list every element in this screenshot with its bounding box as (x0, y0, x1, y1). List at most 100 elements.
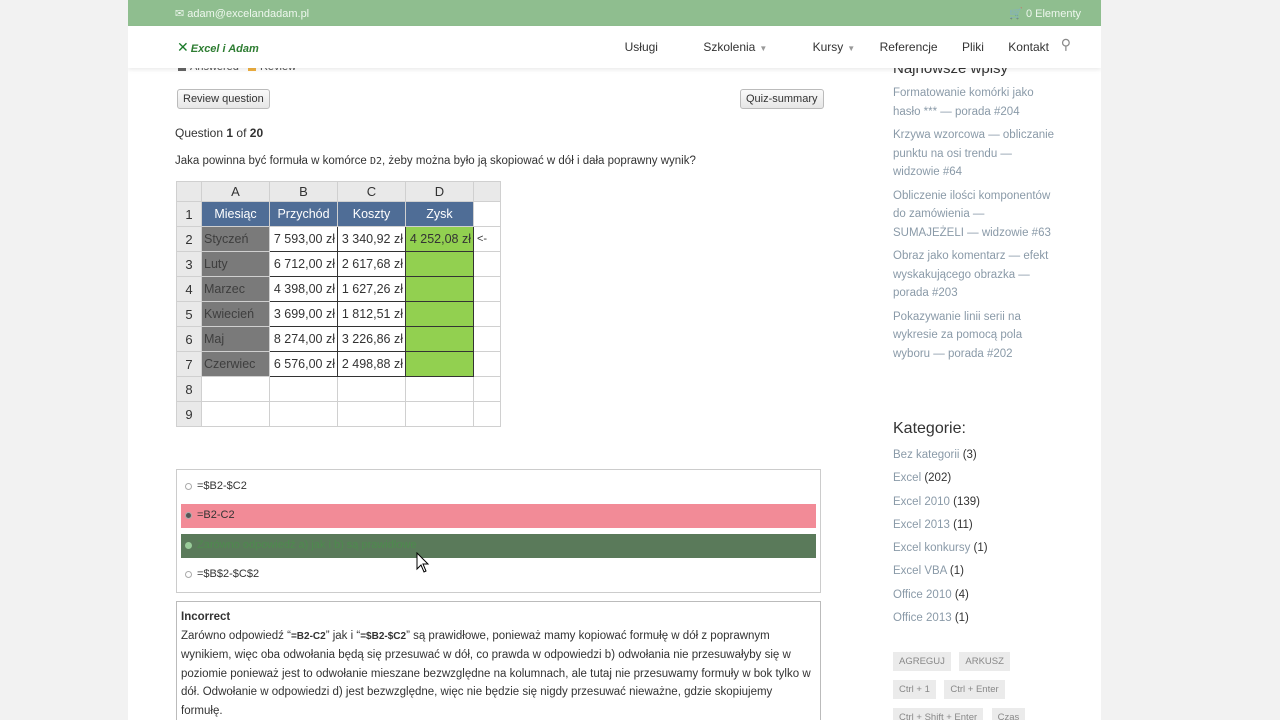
row-number: 5 (176, 301, 202, 327)
nav-item-pliki[interactable]: Pliki (962, 40, 984, 54)
category-item[interactable]: Office 2010 (4) (893, 584, 988, 607)
tag-cloud: AGREGUJ ARKUSZ Ctrl + 1 Ctrl + Enter Ctr… (893, 651, 1063, 720)
page: ✉ adam@excelandadam.pl 🛒 0 Elementy ✕ Exc… (128, 0, 1101, 720)
quiz-summary-button[interactable]: Quiz-summary (740, 89, 824, 109)
tag-link[interactable]: AGREGUJ (893, 652, 951, 671)
recent-posts-list: Formatowanie komórki jako hasło *** — po… (893, 84, 1058, 368)
email-link[interactable]: ✉ adam@excelandadam.pl (175, 7, 309, 20)
month-cell: Luty (201, 251, 270, 277)
recent-post-link[interactable]: Formatowanie komórki jako hasło *** — po… (893, 84, 1058, 121)
income-cell: 4 398,00 zł (269, 276, 338, 302)
arrow-marker: <- (477, 233, 488, 245)
profit-cell: 4 252,08 zł (405, 226, 474, 252)
month-cell: Czerwiec (201, 351, 270, 377)
question-counter: Question 1 of 20 (175, 126, 264, 140)
table-header-cell: Koszty (337, 201, 406, 227)
profit-cell (405, 351, 474, 377)
radio-button[interactable] (185, 482, 192, 490)
cart-link[interactable]: 🛒 0 Elementy (1009, 7, 1081, 20)
tag-link[interactable]: ARKUSZ (959, 652, 1010, 671)
profit-cell (405, 276, 474, 302)
category-item[interactable]: Excel konkursy (1) (893, 537, 988, 560)
feedback-title: Incorrect (181, 611, 231, 623)
categories-title: Kategorie: (893, 420, 966, 437)
month-cell: Maj (201, 326, 270, 352)
row-number: 4 (176, 276, 202, 302)
cost-cell: 1 812,51 zł (337, 301, 406, 327)
radio-button[interactable] (185, 511, 192, 519)
answer-list: =$B2-$C2 =B2-C2 Zarówno odpowiedź a) jak… (176, 469, 821, 593)
tag-link[interactable]: Czas (991, 708, 1026, 720)
nav-menu: Usługi Szkolenia ▼ Kursy ▼ Referencje Plik… (604, 36, 1071, 54)
tag-link[interactable]: Ctrl + 1 (893, 680, 936, 699)
nav-item-szkolenia[interactable]: Szkolenia ▼ (682, 40, 767, 54)
site-logo[interactable]: ✕ Excel i Adam (177, 39, 259, 56)
cost-cell: 3 226,86 zł (337, 326, 406, 352)
nav-item-referencje[interactable]: Referencje (880, 40, 938, 54)
category-item[interactable]: Excel VBA (1) (893, 560, 988, 583)
top-bar: ✉ adam@excelandadam.pl 🛒 0 Elementy (128, 0, 1101, 26)
month-cell: Styczeń (201, 226, 270, 252)
profit-cell (405, 301, 474, 327)
radio-button[interactable] (185, 541, 192, 549)
spreadsheet-image: A B C D 1 Miesiąc Przychód Koszty Zysk 2… (176, 181, 501, 427)
categories-list: Bez kategorii (3) Excel (202) Excel 2010… (893, 444, 988, 630)
table-header-cell: Miesiąc (201, 201, 270, 227)
profit-cell (405, 251, 474, 277)
column-header: C (337, 181, 406, 202)
recent-post-link[interactable]: Obraz jako komentarz — efekt wyskakujące… (893, 247, 1058, 303)
mouse-cursor-icon (416, 552, 430, 573)
answer-option-selected-wrong[interactable]: =B2-C2 (181, 504, 816, 528)
category-item[interactable]: Office 2013 (1) (893, 607, 988, 630)
income-cell: 3 699,00 zł (269, 301, 338, 327)
cart-icon: 🛒 (1009, 8, 1023, 20)
recent-post-link[interactable]: Krzywa wzorcowa — obliczanie punktu na o… (893, 126, 1058, 182)
main-navigation: ✕ Excel i Adam Usługi Szkolenia ▼ Kursy ▼ R… (128, 26, 1101, 68)
table-header-cell: Przychód (269, 201, 338, 227)
cost-cell: 3 340,92 zł (337, 226, 406, 252)
category-item[interactable]: Excel 2013 (11) (893, 514, 988, 537)
tag-link[interactable]: Ctrl + Shift + Enter (893, 708, 984, 720)
answer-option[interactable]: =$B2-$C2 (181, 475, 816, 499)
column-header: D (405, 181, 474, 202)
month-cell: Marzec (201, 276, 270, 302)
cost-cell: 2 498,88 zł (337, 351, 406, 377)
column-header: B (269, 181, 338, 202)
table-header-cell: Zysk (405, 201, 474, 227)
category-item[interactable]: Bez kategorii (3) (893, 444, 988, 467)
row-number: 7 (176, 351, 202, 377)
answer-option-correct[interactable]: Zarówno odpowiedź a) jak i b) są prawidł… (181, 534, 816, 558)
row-number: 6 (176, 326, 202, 352)
column-header: A (201, 181, 270, 202)
answer-feedback: Incorrect Zarówno odpowiedź “=B2-C2” jak… (176, 601, 821, 720)
corner-cell (176, 181, 202, 202)
income-cell: 6 712,00 zł (269, 251, 338, 277)
review-question-button[interactable]: Review question (177, 89, 270, 109)
nav-item-uslugi[interactable]: Usługi (625, 40, 658, 54)
recent-post-link[interactable]: Obliczenie ilości komponentów do zamówie… (893, 187, 1058, 243)
radio-button[interactable] (185, 570, 192, 578)
mail-icon: ✉ (175, 8, 185, 20)
chevron-down-icon: ▼ (847, 44, 856, 53)
answer-option[interactable]: =$B$2-$C$2 (181, 563, 816, 587)
row-number: 3 (176, 251, 202, 277)
question-text: Jaka powinna być formuła w komórce D2, ż… (175, 155, 696, 167)
category-item[interactable]: Excel 2010 (139) (893, 491, 988, 514)
row-number: 1 (176, 201, 202, 227)
tag-link[interactable]: Ctrl + Enter (944, 680, 1005, 699)
row-number: 2 (176, 226, 202, 252)
cost-cell: 2 617,68 zł (337, 251, 406, 277)
nav-item-kontakt[interactable]: Kontakt (1008, 40, 1049, 54)
month-cell: Kwiecień (201, 301, 270, 327)
cost-cell: 1 627,26 zł (337, 276, 406, 302)
category-item[interactable]: Excel (202) (893, 467, 988, 490)
chevron-down-icon: ▼ (759, 44, 768, 53)
income-cell: 8 274,00 zł (269, 326, 338, 352)
excel-icon: ✕ (177, 39, 189, 55)
income-cell: 6 576,00 zł (269, 351, 338, 377)
nav-item-kursy[interactable]: Kursy ▼ (792, 40, 856, 54)
income-cell: 7 593,00 zł (269, 226, 338, 252)
recent-post-link[interactable]: Pokazywanie linii serii na wykresie za p… (893, 308, 1058, 364)
search-icon[interactable]: ⚲ (1061, 36, 1071, 53)
feedback-text: Zarówno odpowiedź “=B2-C2” jak i “=$B2-$… (181, 629, 811, 717)
